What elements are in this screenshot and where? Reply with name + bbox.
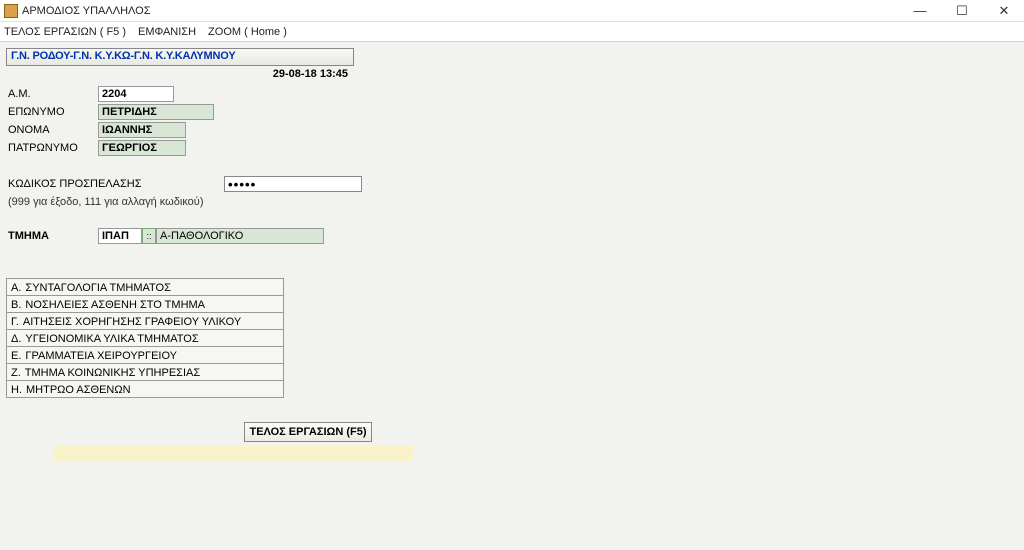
tmima-lookup-button[interactable]: :: bbox=[142, 228, 156, 244]
close-button[interactable]: ✕ bbox=[990, 2, 1018, 20]
menu-label: ΑΙΤΗΣΕΙΣ ΧΟΡΗΓΗΣΗΣ ΓΡΑΦΕΙΟΥ ΥΛΙΚΟΥ bbox=[23, 316, 241, 328]
label-tmima: ΤΜΗΜΑ bbox=[6, 230, 98, 242]
client-area: Γ.Ν. ΡΟΔΟΥ-Γ.Ν. Κ.Υ.ΚΩ-Γ.Ν. Κ.Υ.ΚΑΛΥΜΝΟΥ… bbox=[0, 42, 1024, 550]
label-patronymo: ΠΑΤΡΩΝΥΜΟ bbox=[6, 142, 98, 154]
label-eponymo: ΕΠΩΝΥΜΟ bbox=[6, 106, 98, 118]
menu-label: ΓΡΑΜΜΑΤΕΙΑ ΧΕΙΡΟΥΡΓΕΙΟΥ bbox=[25, 350, 177, 362]
module-menu-item[interactable]: Α. ΣΥΝΤΑΓΟΛΟΓΙΑ ΤΜΗΜΑΤΟΣ bbox=[6, 279, 284, 296]
menu-label: ΤΜΗΜΑ ΚΟΙΝΩΝΙΚΗΣ ΥΠΗΡΕΣΙΑΣ bbox=[25, 367, 200, 379]
field-eponymo[interactable] bbox=[98, 104, 214, 120]
module-menu-item[interactable]: Β. ΝΟΣΗΛΕΙΕΣ ΑΣΘΕΝΗ ΣΤΟ ΤΜΗΜΑ bbox=[6, 296, 284, 313]
minimize-button[interactable]: — bbox=[906, 2, 934, 20]
hospital-name: Γ.Ν. ΡΟΔΟΥ-Γ.Ν. Κ.Υ.ΚΩ-Γ.Ν. Κ.Υ.ΚΑΛΥΜΝΟΥ bbox=[6, 48, 354, 66]
field-tmima-desc[interactable] bbox=[156, 228, 324, 244]
menu-prefix: Γ. bbox=[11, 316, 19, 328]
menu-label: ΥΓΕΙΟΝΟΜΙΚΑ ΥΛΙΚΑ ΤΜΗΜΑΤΟΣ bbox=[25, 333, 198, 345]
menu-emfanisi[interactable]: ΕΜΦΑΝΙΣΗ bbox=[138, 26, 196, 38]
module-menu-item[interactable]: Γ. ΑΙΤΗΣΕΙΣ ΧΟΡΗΓΗΣΗΣ ΓΡΑΦΕΙΟΥ ΥΛΙΚΟΥ bbox=[6, 313, 284, 330]
app-icon bbox=[4, 4, 18, 18]
module-menu-item[interactable]: Η. ΜΗΤΡΩΟ ΑΣΘΕΝΩΝ bbox=[6, 381, 284, 398]
titlebar-left: ΑΡΜΟΔΙΟΣ ΥΠΑΛΛΗΛΟΣ bbox=[4, 4, 151, 18]
label-am: Α.Μ. bbox=[6, 88, 98, 100]
menu-prefix: Ζ. bbox=[11, 367, 21, 379]
menu-label: ΣΥΝΤΑΓΟΛΟΓΙΑ ΤΜΗΜΑΤΟΣ bbox=[25, 282, 171, 294]
menu-label: ΜΗΤΡΩΟ ΑΣΘΕΝΩΝ bbox=[26, 384, 131, 396]
module-menu-item[interactable]: Ε. ΓΡΑΜΜΑΤΕΙΑ ΧΕΙΡΟΥΡΓΕΙΟΥ bbox=[6, 347, 284, 364]
field-am[interactable] bbox=[98, 86, 174, 102]
timestamp: 29-08-18 13:45 bbox=[6, 68, 354, 80]
module-menu: Α. ΣΥΝΤΑΓΟΛΟΓΙΑ ΤΜΗΜΑΤΟΣ Β. ΝΟΣΗΛΕΙΕΣ ΑΣ… bbox=[6, 278, 284, 398]
access-code-hint: (999 για έξοδο, 111 για αλλαγή κωδικού) bbox=[6, 196, 1018, 208]
label-access-code: ΚΩΔΙΚΟΣ ΠΡΟΣΠΕΛΑΣΗΣ bbox=[6, 178, 224, 190]
menu-prefix: Δ. bbox=[11, 333, 21, 345]
module-menu-item[interactable]: Ζ. ΤΜΗΜΑ ΚΟΙΝΩΝΙΚΗΣ ΥΠΗΡΕΣΙΑΣ bbox=[6, 364, 284, 381]
window-controls: — ☐ ✕ bbox=[906, 2, 1018, 20]
menu-telos-ergasion[interactable]: ΤΕΛΟΣ ΕΡΓΑΣΙΩΝ ( F5 ) bbox=[4, 26, 126, 38]
field-tmima-code[interactable] bbox=[98, 228, 142, 244]
maximize-button[interactable]: ☐ bbox=[948, 2, 976, 20]
menu-zoom[interactable]: ZOOM ( Home ) bbox=[208, 26, 287, 38]
menu-prefix: Β. bbox=[11, 299, 21, 311]
titlebar: ΑΡΜΟΔΙΟΣ ΥΠΑΛΛΗΛΟΣ — ☐ ✕ bbox=[0, 0, 1024, 22]
field-access-code[interactable] bbox=[224, 176, 362, 192]
status-strip bbox=[54, 446, 414, 462]
label-onoma: ΟΝΟΜΑ bbox=[6, 124, 98, 136]
menu-prefix: Α. bbox=[11, 282, 21, 294]
module-menu-item[interactable]: Δ. ΥΓΕΙΟΝΟΜΙΚΑ ΥΛΙΚΑ ΤΜΗΜΑΤΟΣ bbox=[6, 330, 284, 347]
menubar: ΤΕΛΟΣ ΕΡΓΑΣΙΩΝ ( F5 ) ΕΜΦΑΝΙΣΗ ZOOM ( Ho… bbox=[0, 22, 1024, 42]
field-patronymo[interactable] bbox=[98, 140, 186, 156]
end-tasks-button[interactable]: ΤΕΛΟΣ ΕΡΓΑΣΙΩΝ (F5) bbox=[244, 422, 372, 442]
field-onoma[interactable] bbox=[98, 122, 186, 138]
menu-prefix: Η. bbox=[11, 384, 22, 396]
menu-prefix: Ε. bbox=[11, 350, 21, 362]
menu-label: ΝΟΣΗΛΕΙΕΣ ΑΣΘΕΝΗ ΣΤΟ ΤΜΗΜΑ bbox=[25, 299, 205, 311]
window-title: ΑΡΜΟΔΙΟΣ ΥΠΑΛΛΗΛΟΣ bbox=[22, 5, 151, 17]
